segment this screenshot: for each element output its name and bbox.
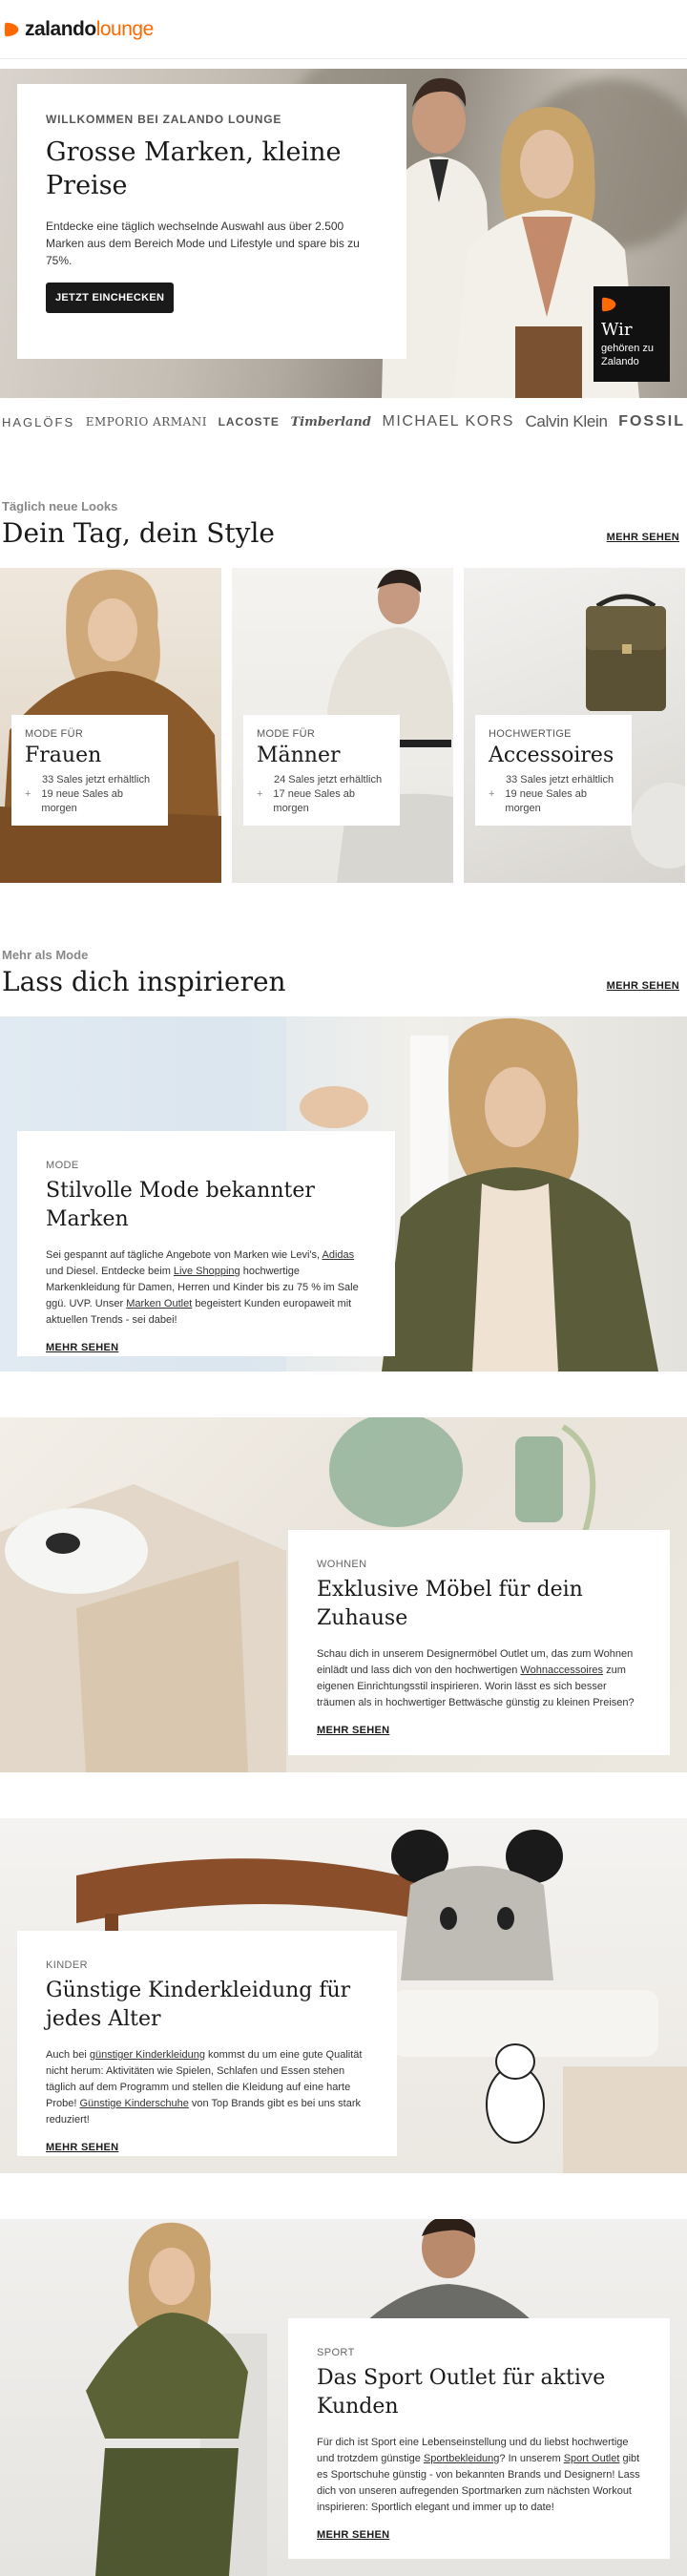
inspire-title: Lass dich inspirieren	[2, 966, 286, 997]
feature-title: Stilvolle Mode bekannter Marken	[46, 1179, 315, 1231]
feature-eyebrow: KINDER	[46, 1959, 88, 1971]
category-sales-count: 33 Sales jetzt erhältlich	[42, 774, 151, 785]
category-upcoming-text: 19 neue Sales ab morgen	[505, 788, 588, 814]
inspire-eyebrow: Mehr als Mode	[2, 948, 89, 962]
category-title: Frauen	[25, 743, 102, 767]
category-upcoming-text: 17 neue Sales ab morgen	[273, 788, 356, 814]
category-eyebrow: MODE FÜR	[257, 728, 316, 740]
plus-icon: +	[489, 788, 495, 800]
inspire-more-link[interactable]: MEHR SEHEN	[607, 980, 679, 992]
hero-eyebrow: WILLKOMMEN BEI ZALANDO LOUNGE	[46, 113, 282, 126]
feature-fashion: MODE Stilvolle Mode bekannter Marken Sei…	[0, 1016, 687, 1372]
feature-kids: KINDER Günstige Kinderkleidung für jedes…	[0, 1818, 687, 2173]
category-upcoming: + 19 neue Sales ab morgen	[25, 787, 155, 816]
feature-card-living: WOHNEN Exklusive Möbel für dein Zuhause …	[288, 1530, 670, 1755]
link-guenstige-kinderkleidung[interactable]: günstiger Kinderkleidung	[90, 2049, 205, 2061]
inspire-header: Mehr als Mode Lass dich inspirieren MEHR…	[0, 948, 687, 997]
badge-title: Wir	[601, 320, 633, 340]
zalando-flag-icon	[601, 297, 616, 312]
feature-eyebrow: WOHNEN	[317, 1559, 367, 1570]
looks-title: Dein Tag, dein Style	[2, 517, 275, 549]
brand-logo-haglofs[interactable]: HAGLÖFS	[2, 415, 74, 429]
feature-living: WOHNEN Exklusive Möbel für dein Zuhause …	[0, 1417, 687, 1772]
feature-more-link[interactable]: MEHR SEHEN	[46, 1342, 118, 1353]
brand-logo-timberland[interactable]: Timberland	[290, 415, 370, 429]
hero-description: Entdecke eine täglich wechselnde Auswahl…	[46, 220, 360, 267]
category-sales-count: 33 Sales jetzt erhältlich	[506, 774, 614, 785]
link-sport-outlet[interactable]: Sport Outlet	[564, 2453, 620, 2464]
hero-card: WILLKOMMEN BEI ZALANDO LOUNGE Grosse Mar…	[17, 84, 406, 359]
brand-logo-michael-kors[interactable]: MICHAEL KORS	[383, 413, 514, 430]
category-eyebrow: HOCHWERTIGE	[489, 728, 572, 740]
feature-title: Günstige Kinderkleidung für jedes Alter	[46, 1979, 351, 2031]
category-title: Accessoires	[489, 743, 614, 767]
feature-more-link[interactable]: MEHR SEHEN	[317, 1725, 389, 1736]
link-guenstige-kinderschuhe[interactable]: Günstige Kinderschuhe	[79, 2098, 188, 2109]
category-sales-count: 24 Sales jetzt erhältlich	[274, 774, 383, 785]
hero-banner: WILLKOMMEN BEI ZALANDO LOUNGE Grosse Mar…	[0, 69, 687, 398]
zalando-group-badge[interactable]: Wir gehören zu Zalando	[593, 286, 670, 382]
brand-logo-fossil[interactable]: FOSSIL	[618, 413, 685, 430]
looks-more-link[interactable]: MEHR SEHEN	[607, 532, 679, 543]
feature-more-link[interactable]: MEHR SEHEN	[46, 2142, 118, 2153]
brand-logo-emporio-armani[interactable]: EMPORIO ARMANI	[86, 415, 207, 429]
feature-title: Das Sport Outlet für aktive Kunden	[317, 2366, 606, 2419]
looks-header: Täglich neue Looks Dein Tag, dein Style …	[0, 499, 687, 549]
plus-icon: +	[25, 788, 31, 800]
feature-card-sport: SPORT Das Sport Outlet für aktive Kunden…	[288, 2318, 670, 2559]
logo-text-zalando: zalando	[25, 17, 96, 40]
category-upcoming-text: 19 neue Sales ab morgen	[41, 788, 124, 814]
hero-title: Grosse Marken, kleine Preise	[46, 137, 342, 200]
badge-text: gehören zu Zalando	[601, 343, 655, 367]
link-live-shopping[interactable]: Live Shopping	[174, 1266, 240, 1277]
feature-title: Exklusive Möbel für dein Zuhause	[317, 1578, 583, 1630]
category-upcoming: + 19 neue Sales ab morgen	[489, 787, 618, 816]
feature-more-link[interactable]: MEHR SEHEN	[317, 2529, 389, 2541]
link-marken-outlet[interactable]: Marken Outlet	[126, 1298, 192, 1309]
brand-logo-calvin-klein[interactable]: Calvin Klein	[525, 412, 607, 431]
inspire-section: Mehr als Mode Lass dich inspirieren MEHR…	[0, 948, 687, 2576]
category-card-men[interactable]: MODE FÜR Männer 24 Sales jetzt erhältlic…	[232, 568, 453, 883]
category-info-men: MODE FÜR Männer 24 Sales jetzt erhältlic…	[243, 715, 400, 826]
feature-description: Auch bei günstiger Kinderkleidung kommst…	[46, 2049, 363, 2126]
category-card-accessories[interactable]: HOCHWERTIGE Accessoires 33 Sales jetzt e…	[464, 568, 685, 883]
category-title: Männer	[257, 743, 341, 767]
category-list: MODE FÜR Frauen 33 Sales jetzt erhältlic…	[0, 568, 687, 883]
feature-eyebrow: SPORT	[317, 2347, 355, 2358]
zalando-lounge-logo[interactable]: zalando lounge	[4, 18, 154, 41]
plus-icon: +	[257, 788, 263, 800]
feature-description: Schau dich in unserem Designermöbel Outl…	[317, 1648, 635, 1708]
link-wohnaccessoires[interactable]: Wohnaccessoires	[520, 1665, 603, 1676]
looks-section: Täglich neue Looks Dein Tag, dein Style …	[0, 499, 687, 883]
link-sportbekleidung[interactable]: Sportbekleidung	[424, 2453, 500, 2464]
category-info-women: MODE FÜR Frauen 33 Sales jetzt erhältlic…	[11, 715, 168, 826]
link-adidas[interactable]: Adidas	[323, 1249, 355, 1261]
category-card-women[interactable]: MODE FÜR Frauen 33 Sales jetzt erhältlic…	[0, 568, 221, 883]
feature-card-kids: KINDER Günstige Kinderkleidung für jedes…	[17, 1931, 397, 2156]
brand-strip: HAGLÖFS EMPORIO ARMANI LACOSTE Timberlan…	[0, 398, 687, 446]
feature-sport: SPORT Das Sport Outlet für aktive Kunden…	[0, 2219, 687, 2576]
brand-logo-lacoste[interactable]: LACOSTE	[219, 415, 280, 429]
looks-eyebrow: Täglich neue Looks	[2, 499, 118, 513]
site-header: zalando lounge	[0, 0, 687, 59]
zalando-flag-icon	[4, 22, 19, 36]
category-info-accessories: HOCHWERTIGE Accessoires 33 Sales jetzt e…	[475, 715, 632, 826]
feature-eyebrow: MODE	[46, 1160, 79, 1171]
feature-card-fashion: MODE Stilvolle Mode bekannter Marken Sei…	[17, 1131, 395, 1356]
feature-description: Sei gespannt auf tägliche Angebote von M…	[46, 1249, 359, 1326]
category-upcoming: + 17 neue Sales ab morgen	[257, 787, 386, 816]
category-eyebrow: MODE FÜR	[25, 728, 84, 740]
feature-description: Für dich ist Sport eine Lebenseinstellun…	[317, 2437, 640, 2513]
logo-text-lounge: lounge	[95, 17, 155, 40]
check-in-button[interactable]: JETZT EINCHECKEN	[46, 283, 175, 313]
